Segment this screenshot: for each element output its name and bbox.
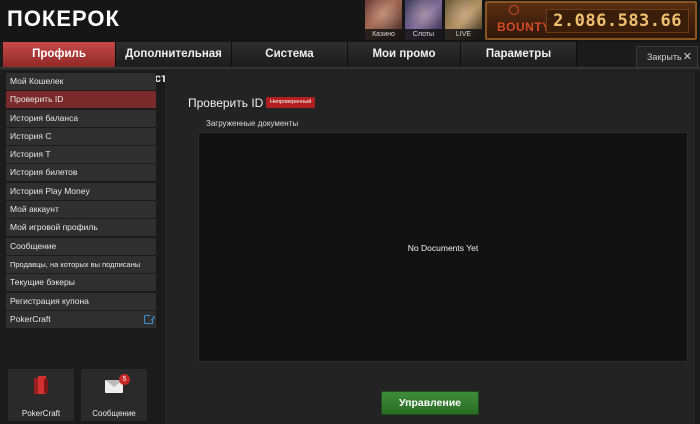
pokercraft-icon: [34, 376, 48, 394]
live-casino-label: LIVE Казино: [445, 29, 482, 40]
close-icon[interactable]: ✕: [683, 47, 692, 67]
logo[interactable]: ПОКЕРОК: [7, 6, 120, 32]
sidebar-item-history-c[interactable]: История С: [6, 127, 156, 145]
empty-state-text: No Documents Yet: [407, 243, 479, 253]
bounty-amount: 2.086.583.66: [546, 9, 689, 33]
messages-button-label: Сообщение: [92, 409, 136, 418]
live-casino-thumbnail[interactable]: LIVE Казино: [445, 0, 482, 40]
status-badge: Непроверенный: [266, 97, 316, 108]
main-tabs: Профиль Дополнительная ставка Система во…: [3, 42, 577, 85]
crosshair-icon: [509, 5, 519, 15]
sidebar-item-pokercraft[interactable]: PokerCraft: [6, 310, 156, 328]
pokercraft-button-label: PokerCraft: [21, 409, 61, 418]
pokercraft-button[interactable]: PokerCraft: [8, 369, 74, 421]
manage-button[interactable]: Управление: [381, 391, 479, 415]
bounty-jackpot-banner[interactable]: BOUNTY 2.086.583.66: [485, 1, 697, 40]
sidebar-bottom-buttons: PokerCraft 5 Сообщение: [8, 369, 147, 421]
slots-label: Слоты: [405, 29, 442, 40]
sidebar-item-history-t[interactable]: История Т: [6, 146, 156, 164]
divider: [0, 67, 700, 70]
external-link-icon: [144, 310, 156, 327]
tab-rewards[interactable]: Система вознаграждений: [232, 42, 348, 85]
sidebar-item-followed-sellers[interactable]: Продавцы, на которых вы подписаны: [6, 255, 156, 273]
close-button[interactable]: Закрыть ✕: [636, 46, 698, 68]
messages-button[interactable]: 5 Сообщение: [81, 369, 147, 421]
sidebar-item-wallet[interactable]: Мой Кошелек: [6, 73, 156, 90]
documents-label: Загруженные документы: [206, 119, 299, 128]
sidebar-item-current-backers[interactable]: Текущие бэкеры: [6, 274, 156, 292]
casino-label: Казино: [365, 29, 402, 40]
tab-settings[interactable]: Параметры: [461, 42, 577, 67]
unread-count-badge: 5: [119, 374, 130, 385]
documents-list: No Documents Yet: [198, 132, 688, 362]
casino-thumbnail[interactable]: Казино: [365, 0, 402, 40]
main-panel: Проверить ID Непроверенный Загруженные д…: [165, 71, 695, 424]
tab-profile[interactable]: Профиль: [3, 42, 116, 67]
tab-my-promo[interactable]: Мои промо: [348, 42, 461, 67]
sidebar-item-balance-history[interactable]: История баланса: [6, 109, 156, 127]
slots-thumbnail[interactable]: Слоты: [405, 0, 442, 40]
sidebar-item-label: PokerCraft: [10, 313, 51, 324]
sidebar-item-my-account[interactable]: Мой аккаунт: [6, 201, 156, 219]
sidebar-item-play-money-history[interactable]: История Play Money: [6, 182, 156, 200]
sidebar-item-ticket-history[interactable]: История билетов: [6, 164, 156, 182]
page-title: Проверить ID: [188, 96, 264, 110]
header: ПОКЕРОК Казино Слоты LIVE Казино BOUNTY …: [0, 0, 700, 42]
sidebar-item-coupon-registration[interactable]: Регистрация купона: [6, 292, 156, 310]
game-thumbnails: Казино Слоты LIVE Казино: [365, 0, 482, 40]
sidebar-item-verify-id[interactable]: Проверить ID: [6, 91, 156, 109]
sidebar: Мой Кошелек Проверить ID История баланса…: [6, 73, 156, 329]
bounty-logo: BOUNTY: [497, 20, 551, 34]
sidebar-item-messages[interactable]: Сообщение: [6, 237, 156, 255]
sidebar-item-game-profile[interactable]: Мой игровой профиль: [6, 219, 156, 237]
close-label: Закрыть: [647, 52, 682, 62]
tab-extra-bet[interactable]: Дополнительная ставка: [116, 42, 232, 85]
